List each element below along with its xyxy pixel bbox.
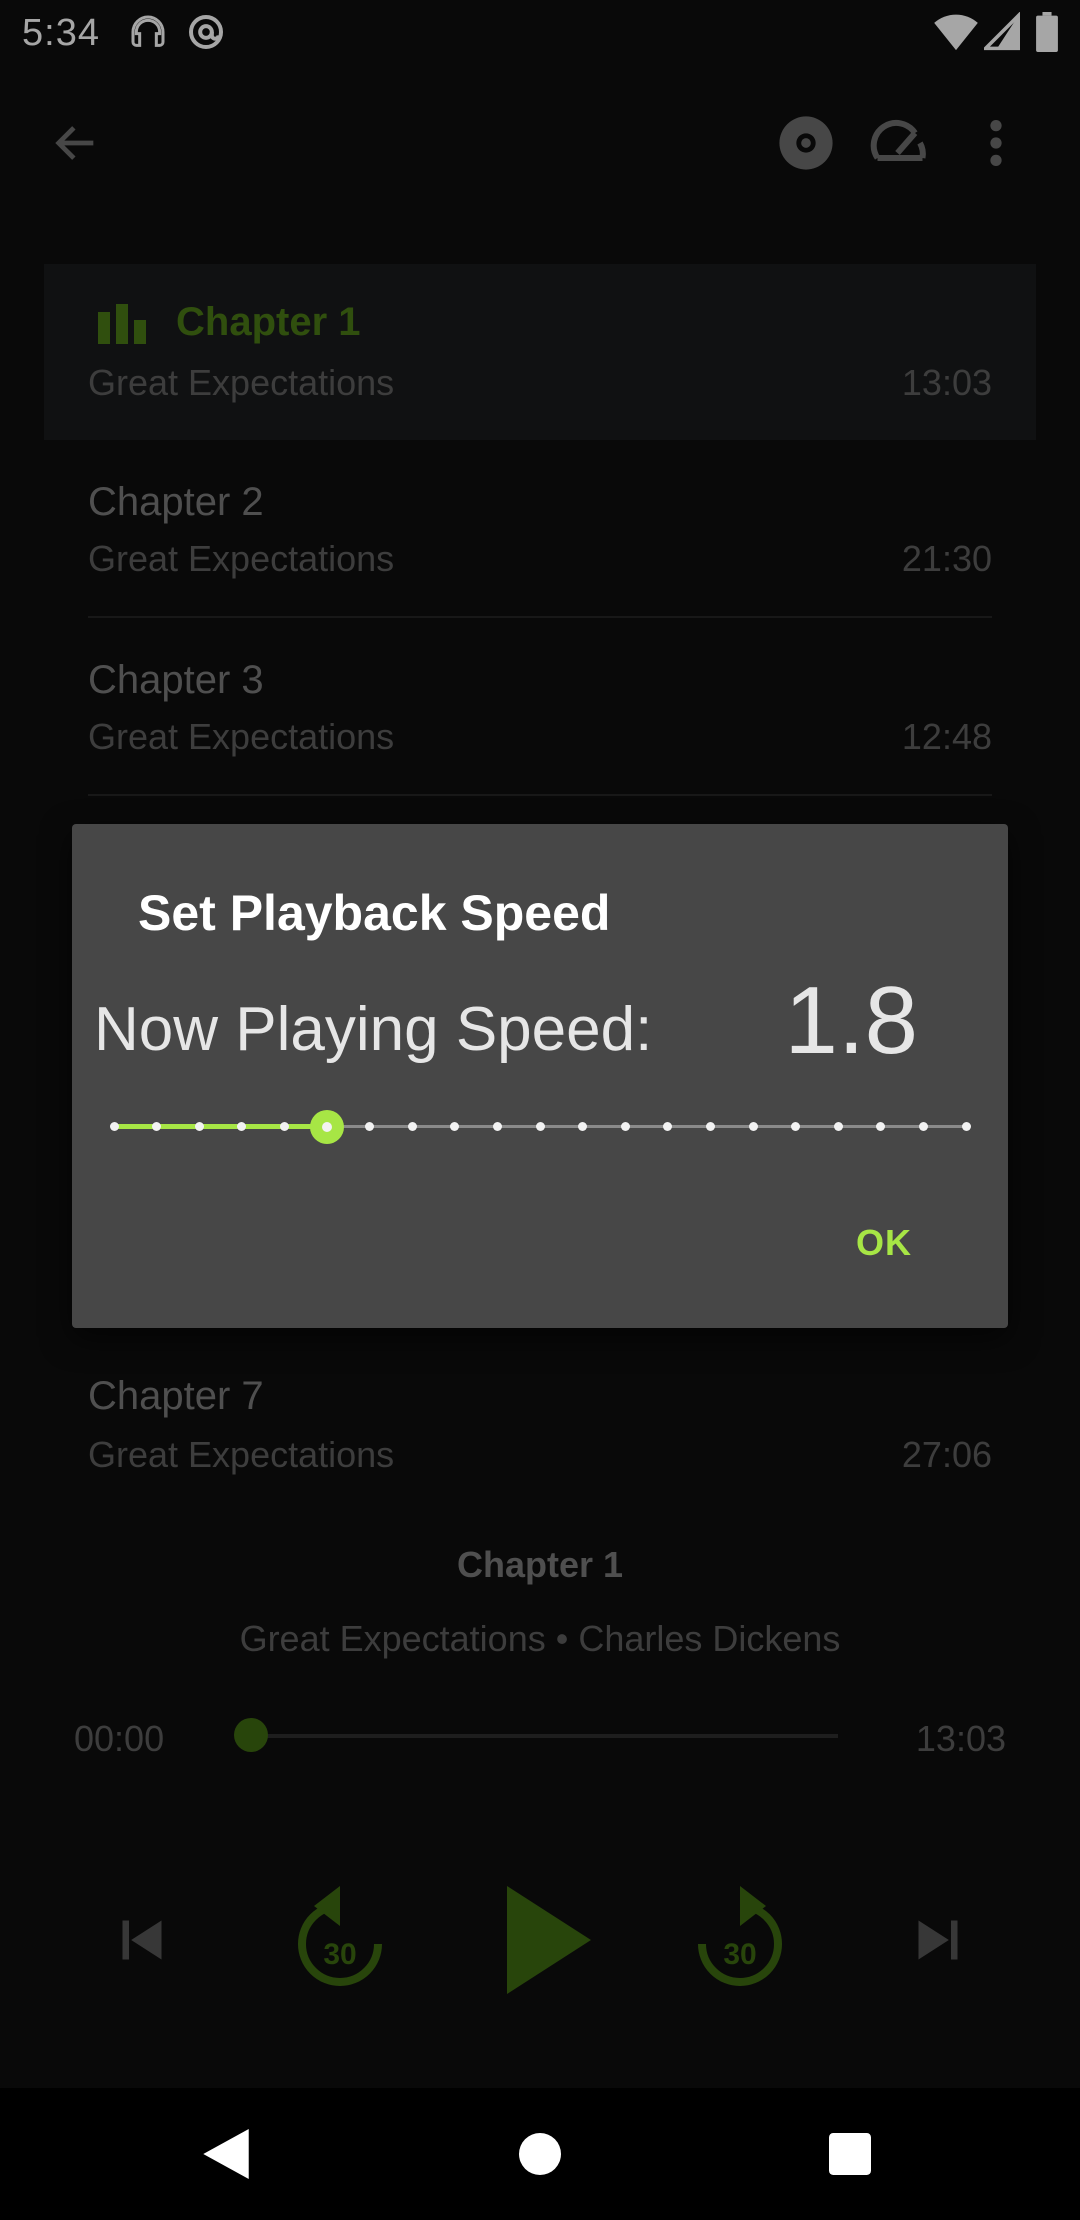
slider-tick	[152, 1122, 162, 1131]
slider-tick	[791, 1122, 801, 1131]
speed-label: Now Playing Speed:	[94, 995, 653, 1064]
speed-slider[interactable]	[109, 1106, 971, 1146]
nav-home-icon[interactable]	[500, 2114, 580, 2194]
slider-tick	[663, 1122, 673, 1131]
ok-button[interactable]: OK	[856, 1222, 912, 1264]
slider-tick	[492, 1122, 502, 1131]
slider-tick	[961, 1122, 971, 1131]
slider-tick	[833, 1122, 843, 1131]
slider-tick	[876, 1122, 886, 1131]
slider-thumb[interactable]	[310, 1110, 344, 1144]
slider-tick	[109, 1122, 119, 1131]
slider-tick	[620, 1122, 630, 1131]
nav-back-icon[interactable]	[186, 2114, 266, 2194]
slider-fill	[114, 1124, 327, 1129]
slider-tick	[578, 1122, 588, 1131]
nav-recents-icon[interactable]	[810, 2114, 890, 2194]
slider-tick	[194, 1122, 204, 1131]
slider-tick	[365, 1122, 375, 1131]
speed-value: 1.8	[784, 967, 918, 1074]
slider-tick	[748, 1122, 758, 1131]
playback-speed-dialog: Set Playback Speed Now Playing Speed: 1.…	[72, 824, 1008, 1328]
slider-tick	[450, 1122, 460, 1131]
slider-tick	[918, 1122, 928, 1131]
slider-tick	[407, 1122, 417, 1131]
slider-tick	[535, 1122, 545, 1131]
slider-tick	[279, 1122, 289, 1131]
slider-tick	[237, 1122, 247, 1131]
dialog-title: Set Playback Speed	[138, 885, 611, 941]
slider-tick	[705, 1122, 715, 1131]
navigation-bar	[0, 2088, 1080, 2220]
